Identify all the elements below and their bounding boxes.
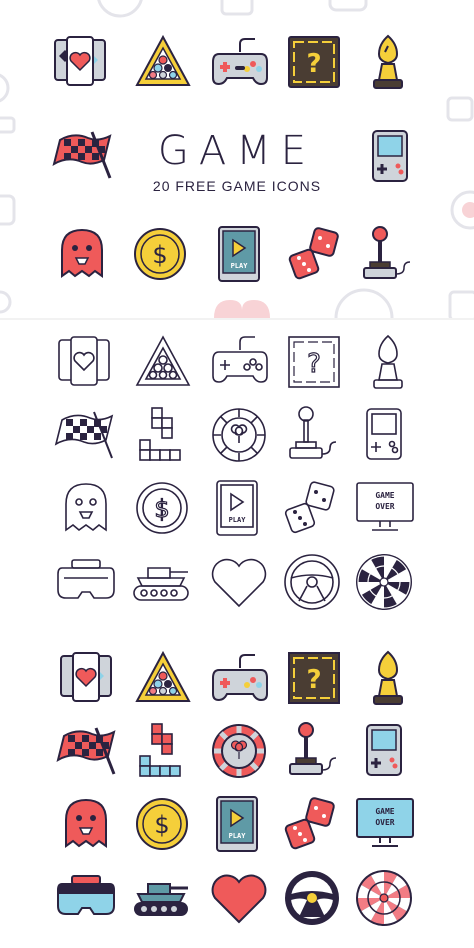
handheld-console-icon	[366, 724, 402, 776]
heart-icon	[211, 558, 267, 608]
coin-icon: $	[136, 798, 188, 850]
tank-icon	[133, 567, 189, 601]
heart-icon	[211, 874, 267, 924]
checkered-flag-icon	[56, 727, 116, 775]
svg-text:?: ?	[306, 49, 321, 79]
game-over-line2: OVER	[375, 502, 394, 511]
coin-icon: $	[134, 228, 186, 280]
svg-text:$: $	[154, 811, 169, 839]
ghost-icon	[61, 228, 103, 278]
billiard-triangle-icon	[135, 34, 191, 86]
chess-bishop-icon	[373, 650, 403, 705]
tablet-play-label: PLAY	[229, 832, 247, 840]
svg-text:?: ?	[306, 665, 321, 695]
ghost-icon	[65, 798, 107, 848]
joystick-icon	[289, 722, 337, 775]
steering-wheel-icon	[284, 554, 340, 610]
tablet-play-label: PLAY	[231, 262, 249, 270]
cards-icon	[58, 336, 110, 386]
dice-icon	[284, 481, 335, 534]
monitor-game-over-icon: GAME OVER	[356, 798, 414, 847]
game-over-line2: OVER	[375, 818, 394, 827]
tetris-blocks-icon	[139, 723, 181, 777]
checkered-flag-icon	[52, 131, 112, 179]
gamepad-icon	[212, 336, 268, 383]
dice-icon	[284, 797, 335, 850]
ghost-icon	[65, 483, 107, 532]
hero-panel: GAME 20 FREE GAME ICONS ? $ PLAY	[0, 0, 474, 318]
mystery-box-icon: ?	[288, 36, 340, 88]
casino-chip-icon	[212, 724, 266, 778]
dice-icon	[288, 227, 339, 280]
billiard-triangle-icon	[135, 650, 191, 702]
outline-icon-grid: ? $ PLAY GAME OVER	[0, 320, 474, 628]
tablet-play-icon: PLAY	[216, 796, 258, 852]
monitor-game-over-icon: GAME OVER	[356, 482, 414, 531]
vr-headset-icon	[57, 559, 115, 599]
billiard-triangle-icon	[135, 335, 191, 386]
chess-bishop-icon	[373, 334, 403, 389]
coin-icon: $	[136, 482, 188, 534]
mystery-box-icon: ?	[288, 336, 340, 388]
svg-text:$: $	[154, 495, 169, 523]
tetris-blocks-icon	[139, 407, 181, 461]
joystick-icon	[289, 406, 337, 459]
handheld-console-icon	[366, 408, 402, 460]
steering-wheel-icon	[285, 871, 339, 925]
game-over-line1: GAME	[375, 807, 394, 816]
svg-text:?: ?	[307, 349, 321, 379]
checkered-flag-icon	[54, 411, 114, 459]
handheld-console-icon	[372, 130, 408, 182]
tablet-play-label: PLAY	[229, 516, 247, 524]
chess-bishop-icon	[373, 34, 403, 89]
dartboard-icon	[356, 870, 412, 926]
gamepad-icon	[212, 654, 268, 702]
filled-icon-grid: ? $ PLAY GAME OVER	[0, 628, 474, 948]
cards-icon	[60, 652, 112, 702]
svg-text:$: $	[152, 241, 167, 269]
cards-icon	[54, 36, 106, 86]
mystery-box-icon: ?	[288, 652, 340, 704]
game-over-line1: GAME	[375, 491, 394, 500]
dartboard-icon	[356, 554, 412, 610]
tablet-play-icon: PLAY	[216, 480, 258, 536]
casino-chip-icon	[212, 408, 266, 462]
joystick-icon	[363, 226, 411, 279]
gamepad-icon	[212, 38, 268, 86]
tank-icon	[134, 883, 188, 916]
vr-headset-icon	[57, 875, 115, 915]
tablet-play-icon: PLAY	[218, 226, 260, 282]
